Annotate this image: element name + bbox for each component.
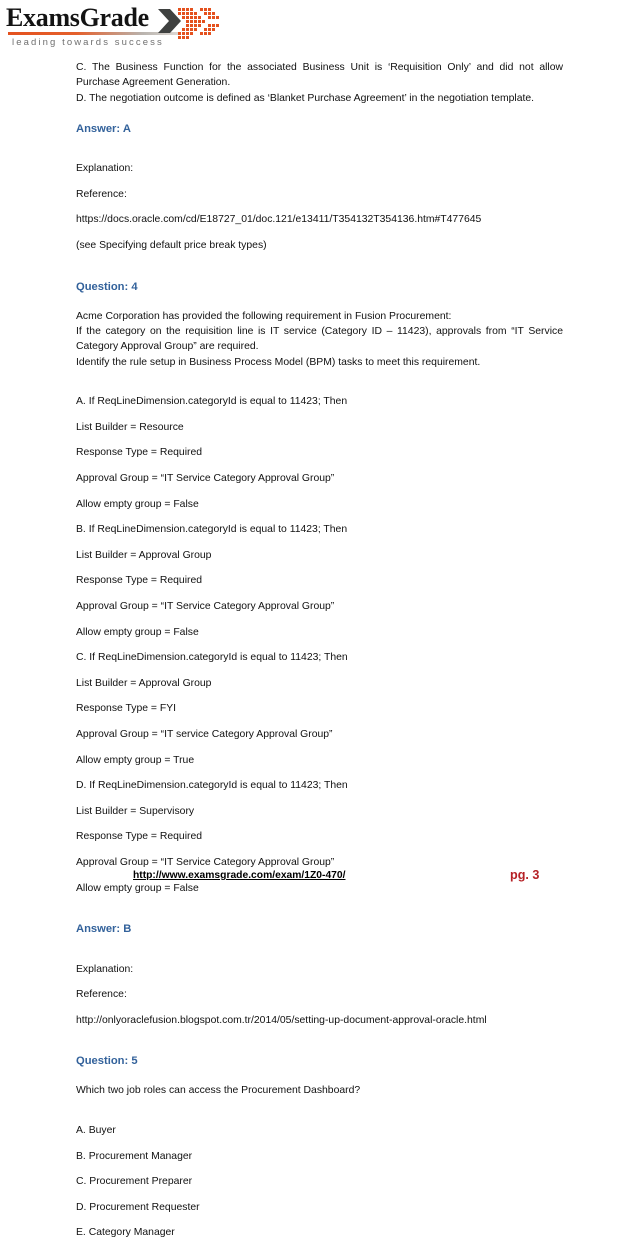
page-footer: http://www.examsgrade.com/exam/1Z0-470/ … [0,868,638,894]
option-line: Response Type = Required [76,831,203,843]
prev-question-option-d: D. The negotiation outcome is defined as… [76,92,535,104]
logo-tagline: leading towards success [12,37,164,48]
option-line: Response Type = Required [76,447,203,459]
option-line: List Builder = Approval Group [76,549,212,561]
option-line: A. Buyer [76,1124,116,1136]
page-header: ExamsGrade leading towards success [6,4,226,52]
logo-chevron-icon [156,6,222,46]
option-line: Response Type = Required [76,575,203,587]
reference-url-3: https://docs.oracle.com/cd/E18727_01/doc… [76,214,482,226]
explanation-label-4: Explanation: [76,963,134,975]
question5-options: A. Buyer B. Procurement Manager C. Procu… [76,1123,563,1241]
option-line: List Builder = Resource [76,421,184,433]
footer-exam-url[interactable]: http://www.examsgrade.com/exam/1Z0-470/ [133,870,346,881]
option-line: E. Category Manager [76,1227,175,1239]
question5-body: Which two job roles can access the Procu… [76,1085,361,1097]
question-heading-4: Question: 4 [76,280,138,293]
option-line: Approval Group = “IT Service Category Ap… [76,600,335,612]
option-line: B. If ReqLineDimension.categoryId is equ… [76,524,348,536]
option-line: Response Type = FYI [76,703,177,715]
option-line: B. Procurement Manager [76,1150,193,1162]
option-line: Approval Group = “IT Service Category Ap… [76,473,335,485]
reference-note-3: (see Specifying default price break type… [76,240,267,252]
prev-question-option-c: C. The Business Function for the associa… [76,62,563,89]
document-body: C. The Business Function for the associa… [76,60,563,1251]
answer-heading-3: Answer: A [76,122,131,135]
option-line: D. If ReqLineDimension.categoryId is equ… [76,780,348,792]
explanation-label-3: Explanation: [76,163,134,175]
logo-wordmark: ExamsGrade [6,3,149,32]
option-line: Allow empty group = False [76,626,199,638]
option-line: Allow empty group = True [76,754,195,766]
question-heading-5: Question: 5 [76,1055,138,1068]
question4-body-line-2: If the category on the requisition line … [76,325,563,353]
option-line: A. If ReqLineDimension.categoryId is equ… [76,396,348,408]
option-line: List Builder = Approval Group [76,677,212,689]
question4-option-c: C. If ReqLineDimension.categoryId is equ… [76,650,563,768]
reference-label-3: Reference: [76,188,127,200]
option-line: C. Procurement Preparer [76,1176,193,1188]
page-number: pg. 3 [510,868,540,882]
logo-underline-rule [8,32,180,35]
option-line: C. If ReqLineDimension.categoryId is equ… [76,652,348,664]
option-line: D. Procurement Requester [76,1201,200,1213]
option-line: Approval Group = “IT service Category Ap… [76,728,333,740]
option-line: Allow empty group = False [76,498,199,510]
question4-option-a: A. If ReqLineDimension.categoryId is equ… [76,394,563,512]
question4-option-b: B. If ReqLineDimension.categoryId is equ… [76,522,563,640]
question4-body-line-1: Acme Corporation has provided the follow… [76,310,452,322]
answer-heading-4: Answer: B [76,923,132,936]
question4-body-line-3: Identify the rule setup in Business Proc… [76,356,481,368]
reference-label-4: Reference: [76,989,127,1001]
examsgrade-logo: ExamsGrade leading towards success [6,4,226,52]
option-line: List Builder = Supervisory [76,805,195,817]
reference-url-4: http://onlyoraclefusion.blogspot.com.tr/… [76,1014,487,1026]
